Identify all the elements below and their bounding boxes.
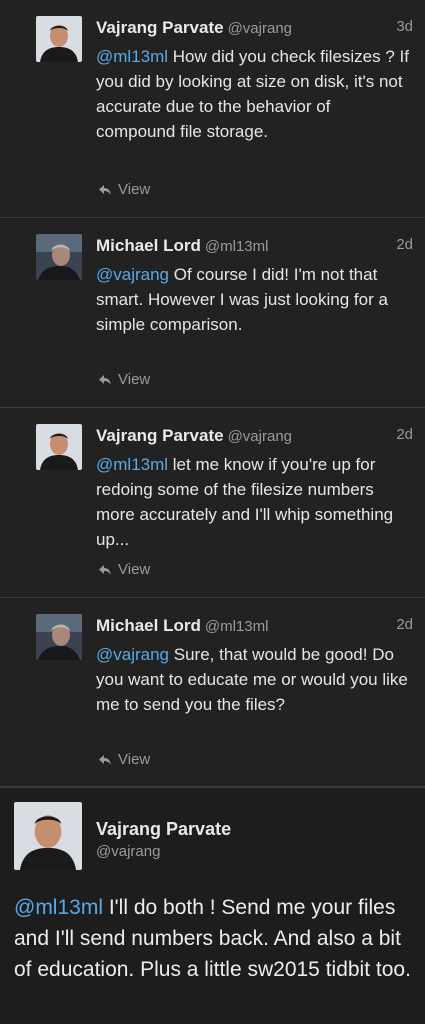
view-label: View: [118, 371, 151, 388]
view-button[interactable]: View: [98, 371, 150, 388]
timestamp[interactable]: 2d: [396, 236, 413, 253]
author-handle[interactable]: @vajrang: [228, 428, 292, 445]
author-name[interactable]: Vajrang Parvate: [96, 819, 231, 840]
author-name[interactable]: Michael Lord: [96, 616, 201, 635]
expanded-tweet: Vajrang Parvate @vajrang @ml13ml I'll do…: [0, 787, 425, 1024]
author-handle[interactable]: @vajrang: [96, 843, 160, 860]
view-label: View: [118, 561, 151, 578]
avatar[interactable]: [36, 16, 82, 62]
reply-icon: [99, 184, 111, 195]
avatar[interactable]: [36, 424, 82, 470]
mention-link[interactable]: @ml13ml: [14, 896, 103, 919]
tweet-header: Michael Lord @ml13ml: [96, 236, 268, 256]
author-handle[interactable]: @ml13ml: [205, 238, 269, 255]
mention-link[interactable]: @vajrang: [96, 265, 169, 284]
tweet-item[interactable]: Vajrang Parvate @vajrang 3d @ml13ml How d…: [0, 0, 425, 218]
timestamp[interactable]: 2d: [396, 616, 413, 633]
tweet-item[interactable]: Vajrang Parvate @vajrang 2d @ml13ml let m…: [0, 408, 425, 598]
timestamp[interactable]: 3d: [396, 18, 413, 35]
author-name[interactable]: Vajrang Parvate: [96, 18, 224, 37]
tweet-text: @ml13ml How did you check filesizes ? If…: [96, 44, 414, 144]
author-handle[interactable]: @vajrang: [228, 20, 292, 37]
view-label: View: [118, 751, 151, 768]
mention-link[interactable]: @ml13ml: [96, 455, 168, 474]
author-name[interactable]: Michael Lord: [96, 236, 201, 255]
view-button[interactable]: View: [98, 751, 150, 768]
reply-icon: [99, 374, 111, 385]
view-button[interactable]: View: [98, 561, 150, 578]
author-name[interactable]: Vajrang Parvate: [96, 426, 224, 445]
tweet-text: @ml13ml I'll do both ! Send me your file…: [14, 892, 419, 985]
view-label: View: [118, 181, 151, 198]
mention-link[interactable]: @ml13ml: [96, 47, 168, 66]
avatar[interactable]: [36, 614, 82, 660]
conversation-timeline: Vajrang Parvate @vajrang 3d @ml13ml How d…: [0, 0, 425, 1024]
reply-icon: [99, 754, 111, 765]
tweet-header: Vajrang Parvate @vajrang: [96, 18, 292, 38]
reply-icon: [99, 564, 111, 575]
mention-link[interactable]: @vajrang: [96, 645, 169, 664]
timestamp[interactable]: 2d: [396, 426, 413, 443]
tweet-header: Vajrang Parvate @vajrang: [96, 426, 292, 446]
avatar[interactable]: [36, 234, 82, 280]
tweet-item[interactable]: Michael Lord @ml13ml 2d @vajrang Of cours…: [0, 218, 425, 408]
tweet-text: @vajrang Sure, that would be good! Do yo…: [96, 642, 414, 717]
tweet-item[interactable]: Michael Lord @ml13ml 2d @vajrang Sure, th…: [0, 598, 425, 787]
tweet-text: @vajrang Of course I did! I'm not that s…: [96, 262, 414, 337]
view-button[interactable]: View: [98, 181, 150, 198]
tweet-text: @ml13ml let me know if you're up for red…: [96, 452, 414, 552]
avatar[interactable]: [14, 802, 82, 870]
author-handle[interactable]: @ml13ml: [205, 618, 269, 635]
tweet-header: Michael Lord @ml13ml: [96, 616, 268, 636]
